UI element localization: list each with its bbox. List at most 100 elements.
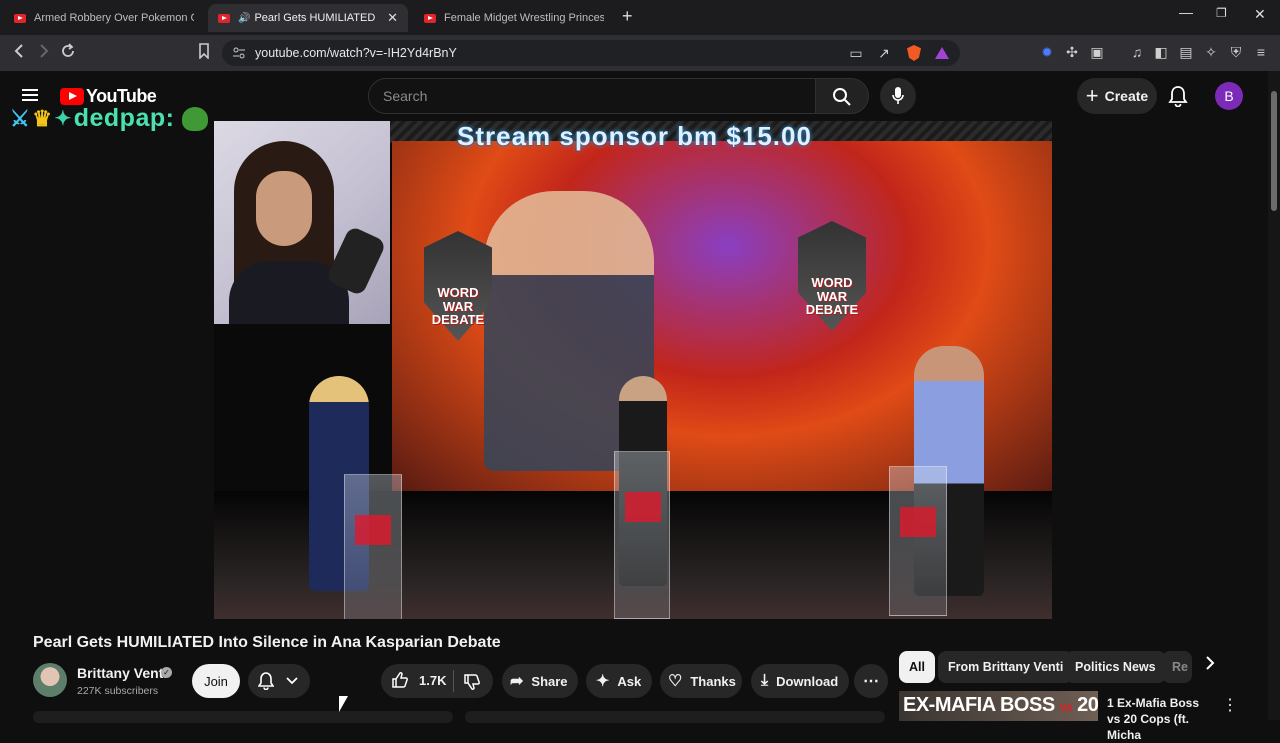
thanks-button[interactable]: ♡ Thanks [660,664,742,698]
url-text: youtube.com/watch?v=-IH2Yd4rBnY [255,46,457,60]
brave-rewards-icon[interactable] [935,47,949,59]
search-icon [833,88,851,106]
forward-icon[interactable] [37,43,51,59]
browser-tab-strip: Armed Robbery Over Pokemon Card 🔊 Pearl … [0,0,1280,35]
mouse-cursor-icon [339,696,348,712]
verified-icon: ✓ [161,667,172,678]
like-count: 1.7K [419,672,447,688]
download-button[interactable]: ⤓ Download [751,664,849,698]
like-dislike-group: 1.7K [381,664,493,698]
chevron-down-icon [286,677,298,685]
browser-tab-1[interactable]: 🔊 Pearl Gets HUMILIATED Into S ✕ [208,4,408,32]
sparkle-icon: ✦ [596,673,610,690]
url-field[interactable]: youtube.com/watch?v=-IH2Yd4rBnY ▭ ↗ [222,40,960,66]
bell-icon [258,672,274,690]
chip-partial[interactable]: Re [1162,651,1192,683]
vpn-shield-icon[interactable]: ⛨ [1228,44,1244,60]
podium-right [889,466,947,616]
crown-icon: ♛ [32,105,53,131]
sidebar-icon[interactable]: ◧ [1153,44,1169,60]
channel-name[interactable]: Brittany Venti [77,665,167,681]
close-tab-icon[interactable]: ✕ [387,10,398,26]
more-actions-icon[interactable]: ⋯ [854,664,888,698]
thumbs-down-icon [464,674,480,690]
youtube-favicon-icon [218,13,230,23]
media-icon[interactable]: ♫ [1129,44,1145,60]
maximize-icon[interactable]: ❐ [1216,6,1227,20]
recommendation-menu-icon[interactable]: ⋮ [1222,695,1238,715]
notifications-icon[interactable] [1168,85,1188,107]
minimize-icon[interactable]: — [1179,4,1193,20]
chip-from-channel[interactable]: From Brittany Venti [938,651,1074,683]
channel-avatar[interactable] [33,663,67,697]
sword-icon: ⚔ [10,105,31,131]
badge-icon: ✦ [54,108,72,130]
description-preview [33,711,453,723]
extensions-icon[interactable]: ✣ [1064,44,1080,60]
like-button[interactable]: 1.7K [391,671,446,689]
streamer-webcam [214,121,390,324]
thumbnail-text: EX-MAFIA BOSS vs 20 COPS [903,694,1098,717]
new-tab-button[interactable]: + [622,6,633,27]
search-input[interactable] [369,79,815,113]
close-icon[interactable]: ✕ [1254,6,1266,23]
podium-center [614,451,670,619]
vpn-icon[interactable]: ✹ [1039,44,1055,60]
description-preview-2 [465,711,885,723]
download-label: Download [776,673,839,689]
tab-title: Female Midget Wrestling Princess Lit [444,12,604,24]
thumbnail-right-text: 20 COPS [1077,694,1098,716]
thumbs-up-icon [392,672,408,688]
ask-label: Ask [617,673,642,689]
bookmark-icon[interactable] [197,43,211,59]
chip-politics-news[interactable]: Politics News [1065,651,1166,683]
share-page-icon[interactable]: ↗ [876,45,892,61]
back-icon[interactable] [12,43,26,59]
cast-icon[interactable]: ▭ [848,45,864,61]
download-icon: ⤓ [761,672,769,689]
menu-icon[interactable]: ≡ [1253,44,1269,60]
recommendation-title[interactable]: 1 Ex-Mafia Boss vs 20 Cops (ft. Micha [1107,695,1207,743]
account-avatar[interactable]: B [1215,82,1243,110]
search-field[interactable] [368,78,816,114]
search-button[interactable] [815,78,869,114]
recommendation-thumbnail[interactable]: EX-MAFIA BOSS vs 20 COPS [899,691,1098,721]
create-button[interactable]: + Create [1077,78,1157,114]
shield-right-text: WORD WAR DEBATE [805,275,859,318]
reader-icon[interactable]: ▣ [1089,44,1105,60]
chevron-right-icon[interactable] [1205,655,1215,671]
shield-left-text: WORD WAR DEBATE [431,285,485,328]
thanks-label: Thanks [690,673,736,689]
youtube-logo-icon [60,88,84,105]
youtube-page: YouTube + Create B ⚔ ♛ ✦ dedpap: WOR [0,71,1268,742]
subscribed-notification-button[interactable] [248,664,310,698]
chip-all[interactable]: All [899,651,935,683]
dislike-button[interactable] [463,673,481,691]
streamer-overlay-handle: ⚔ ♛ ✦ dedpap: [10,104,209,133]
brave-shield-icon[interactable] [907,45,921,61]
browser-tab-2[interactable]: Female Midget Wrestling Princess Lit [414,4,614,32]
like-divider [453,670,454,692]
join-button[interactable]: Join [192,664,240,698]
page-scrollbar[interactable] [1268,71,1280,720]
webcam-face [256,171,312,246]
reload-icon[interactable] [60,43,76,59]
leo-ai-icon[interactable]: ✧ [1203,44,1219,60]
ask-button[interactable]: ✦ Ask [586,664,652,698]
microphone-icon [892,87,904,104]
share-label: Share [531,673,568,689]
speaker-icon[interactable]: 🔊 [238,13,250,24]
site-info-icon[interactable] [232,46,246,60]
podium-left [344,474,402,619]
address-toolbar: youtube.com/watch?v=-IH2Yd4rBnY ▭ ↗ ✹ ✣ … [0,35,1280,71]
voice-search-button[interactable] [880,78,916,114]
sponsor-banner: Stream sponsor bm $15.00 [457,121,812,151]
guide-menu-icon[interactable] [22,89,38,101]
share-button[interactable]: ➦ Share [502,664,578,698]
scrollbar-thumb[interactable] [1271,91,1277,211]
overlay-handle-text: dedpap: [73,104,175,132]
browser-tab-0[interactable]: Armed Robbery Over Pokemon Card [4,4,204,32]
share-icon: ➦ [510,673,524,690]
wallet-icon[interactable]: ▤ [1178,44,1194,60]
thumbnail-left-text: EX-MAFIA BOSS [903,694,1055,716]
